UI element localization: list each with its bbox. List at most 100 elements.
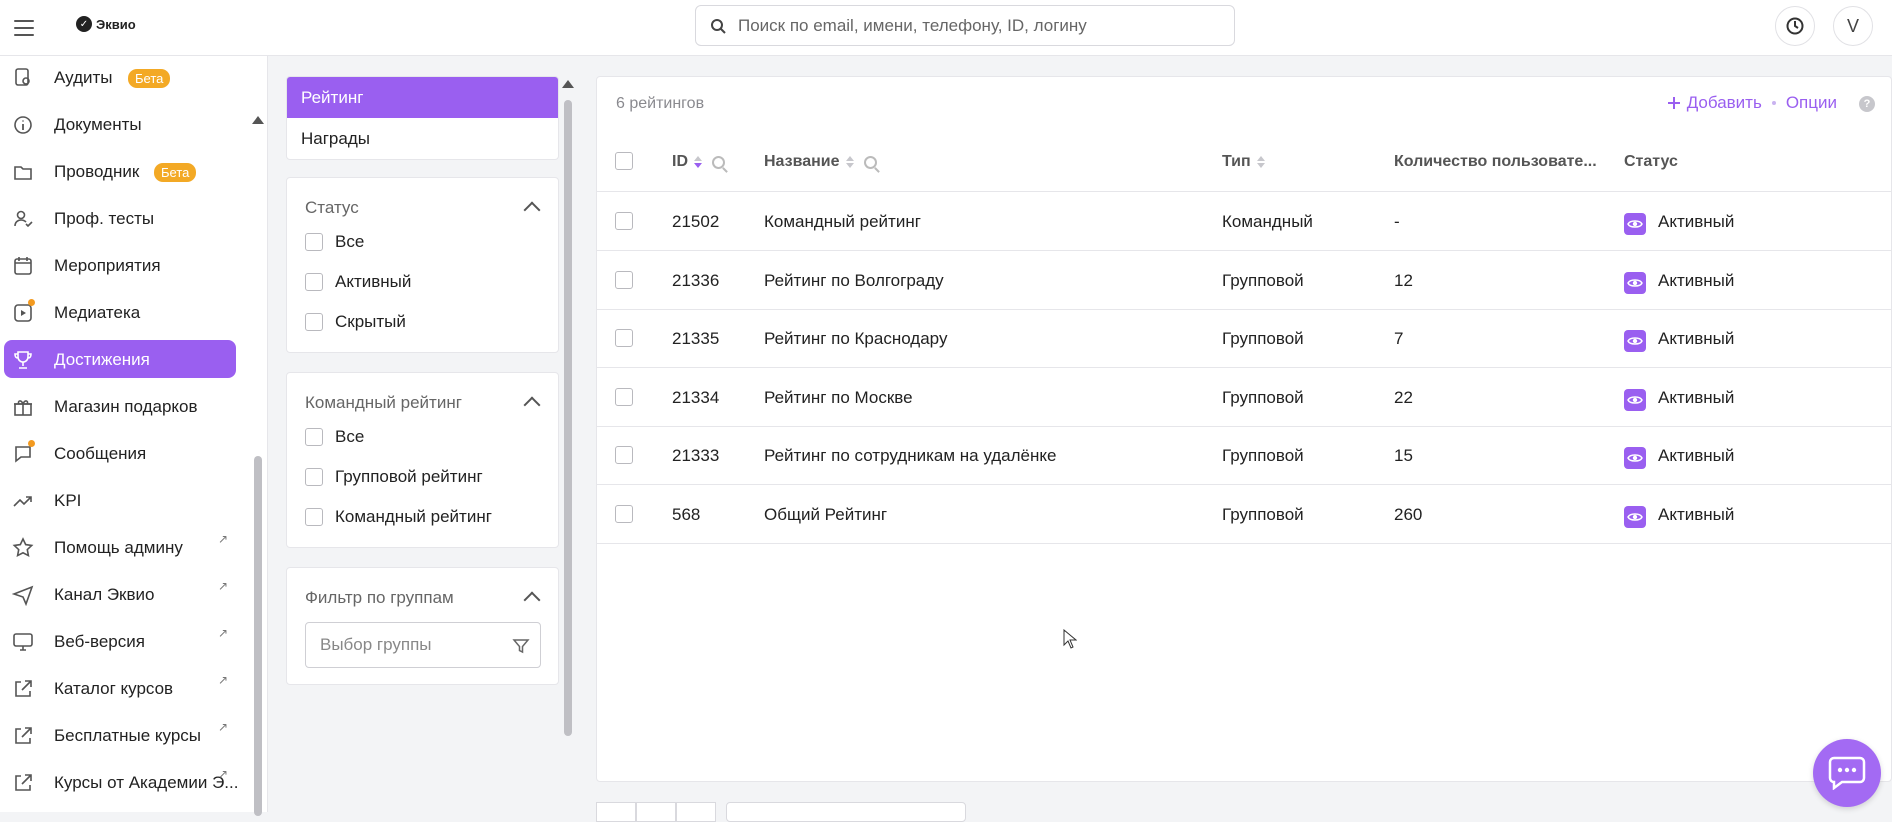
page-button[interactable] (596, 802, 636, 822)
chevron-up-icon[interactable] (523, 201, 541, 219)
sidebar-item-2[interactable]: Проводник Бета (4, 152, 236, 190)
group-filter-title: Фильтр по группам (305, 588, 454, 607)
search-box[interactable] (695, 5, 1235, 46)
row-checkbox[interactable] (615, 212, 633, 230)
table-row[interactable]: 21334 Рейтинг по Москве Групповой 22 Активны… (597, 369, 1892, 427)
cell-name[interactable]: Командный рейтинг (764, 212, 921, 232)
sidebar-item-6[interactable]: Достижения (4, 340, 236, 378)
group-select[interactable] (305, 622, 541, 668)
search-icon[interactable] (712, 155, 725, 169)
tab-awards[interactable]: Награды (287, 118, 558, 159)
sidebar-item-5[interactable]: Медиатека (4, 293, 236, 331)
mouse-cursor-icon (1063, 629, 1077, 649)
table-row[interactable]: 568 Общий Рейтинг Групповой 260 Активный (597, 486, 1892, 544)
column-name[interactable]: Название (764, 153, 877, 171)
eye-icon[interactable] (1624, 447, 1646, 470)
team-option-group[interactable]: Групповой рейтинг (305, 467, 483, 487)
tab-rating[interactable]: Рейтинг (287, 77, 558, 118)
checkbox[interactable] (305, 313, 323, 331)
status-option-hidden[interactable]: Скрытый (305, 312, 406, 332)
cell-name[interactable]: Рейтинг по Волгограду (764, 271, 944, 291)
checkbox[interactable] (305, 508, 323, 526)
scroll-up-icon[interactable] (252, 116, 264, 124)
checkbox[interactable] (305, 428, 323, 446)
page-button[interactable] (676, 802, 716, 822)
sidebar-item-12[interactable]: Веб-версия ↗ (4, 622, 236, 660)
row-checkbox[interactable] (615, 329, 633, 348)
sidebar-item-10[interactable]: Помощь админу ↗ (4, 528, 236, 566)
table-row[interactable]: 21335 Рейтинг по Краснодару Групповой 7 Акти… (597, 310, 1892, 369)
sidebar-item-3[interactable]: Проф. тесты (4, 199, 236, 237)
select-all-checkbox[interactable] (615, 152, 633, 170)
sort-icon[interactable] (694, 156, 702, 168)
sidebar-scrollbar[interactable] (252, 116, 264, 816)
sidebar-scroll-thumb[interactable] (254, 456, 262, 816)
avatar[interactable]: V (1833, 6, 1873, 46)
chevron-up-icon[interactable] (523, 591, 541, 609)
eye-icon[interactable] (1624, 271, 1646, 294)
cell-name[interactable]: Общий Рейтинг (764, 505, 887, 525)
sidebar-item-9[interactable]: KPI (4, 481, 236, 519)
page-size-select[interactable] (726, 802, 966, 822)
table-row[interactable]: 21333 Рейтинг по сотрудникам на удалёнке Г… (597, 427, 1892, 486)
row-checkbox[interactable] (615, 270, 633, 289)
row-checkbox[interactable] (615, 446, 633, 465)
filters-scrollbar[interactable] (562, 80, 574, 740)
history-button[interactable] (1775, 6, 1815, 46)
cell-name[interactable]: Рейтинг по Москве (764, 388, 913, 408)
column-type[interactable]: Тип (1222, 153, 1265, 171)
sidebar-item-label: Медиатека (54, 303, 141, 322)
sidebar-item-11[interactable]: Канал Эквио ↗ (4, 575, 236, 613)
sidebar-item-7[interactable]: Магазин подарков (4, 387, 236, 425)
eye-icon[interactable] (1624, 506, 1646, 528)
cell-id: 568 (672, 505, 701, 524)
page-button[interactable] (636, 802, 676, 822)
filter-icon[interactable] (512, 637, 530, 655)
logo-text: Эквио (96, 16, 136, 32)
search-input[interactable] (738, 15, 1198, 36)
column-status[interactable]: Статус (1624, 153, 1678, 171)
history-icon (1786, 17, 1804, 35)
sidebar-item-4[interactable]: Мероприятия (4, 246, 236, 284)
sidebar-item-1[interactable]: Документы (4, 105, 236, 143)
row-checkbox[interactable] (615, 505, 633, 523)
calendar-icon (14, 257, 32, 275)
eye-icon[interactable] (1624, 213, 1646, 235)
scroll-up-icon[interactable] (562, 80, 574, 88)
table-row[interactable]: 21336 Рейтинг по Волгограду Групповой 12 Акт… (597, 252, 1892, 310)
team-option-all[interactable]: Все (305, 427, 364, 447)
sidebar-item-15[interactable]: Курсы от Академии Э... ↗ (4, 763, 238, 801)
add-button[interactable]: Добавить (1667, 93, 1762, 113)
menu-icon[interactable] (12, 16, 36, 40)
sort-icon[interactable] (1256, 156, 1265, 168)
sidebar-item-0[interactable]: Аудиты Бета (4, 58, 236, 96)
cell-name[interactable]: Рейтинг по сотрудникам на удалёнке (764, 446, 1056, 466)
options-button[interactable]: Опции (1786, 93, 1837, 113)
eye-icon[interactable] (1624, 388, 1646, 411)
sidebar-item-label: Магазин подарков (54, 397, 198, 416)
table-row[interactable]: 21502 Командный рейтинг Командный - Активный (597, 193, 1892, 251)
search-icon[interactable] (863, 155, 877, 169)
app-logo[interactable]: ✓ Эквио (76, 16, 136, 32)
chevron-up-icon[interactable] (523, 396, 541, 414)
sidebar-item-8[interactable]: Сообщения (4, 434, 236, 472)
row-checkbox[interactable] (615, 387, 633, 406)
status-option-active[interactable]: Активный (305, 272, 411, 292)
chat-button[interactable] (1813, 739, 1881, 807)
group-select-input[interactable] (320, 635, 500, 655)
sidebar-item-13[interactable]: Каталог курсов ↗ (4, 669, 236, 707)
filters-scroll-thumb[interactable] (564, 100, 572, 736)
checkbox[interactable] (305, 233, 323, 251)
sidebar-item-label: Каталог курсов (54, 679, 174, 698)
team-option-team[interactable]: Командный рейтинг (305, 507, 492, 527)
sort-icon[interactable] (845, 156, 854, 168)
checkbox[interactable] (305, 273, 323, 291)
checkbox[interactable] (305, 468, 323, 486)
column-id[interactable]: ID (672, 153, 725, 171)
sidebar-item-14[interactable]: Бесплатные курсы ↗ (4, 716, 236, 754)
status-option-all[interactable]: Все (305, 232, 364, 252)
eye-icon[interactable] (1624, 330, 1646, 353)
column-users[interactable]: Количество пользовате... (1394, 153, 1597, 171)
cell-name[interactable]: Рейтинг по Краснодару (764, 329, 947, 349)
help-icon[interactable]: ? (1859, 96, 1875, 112)
